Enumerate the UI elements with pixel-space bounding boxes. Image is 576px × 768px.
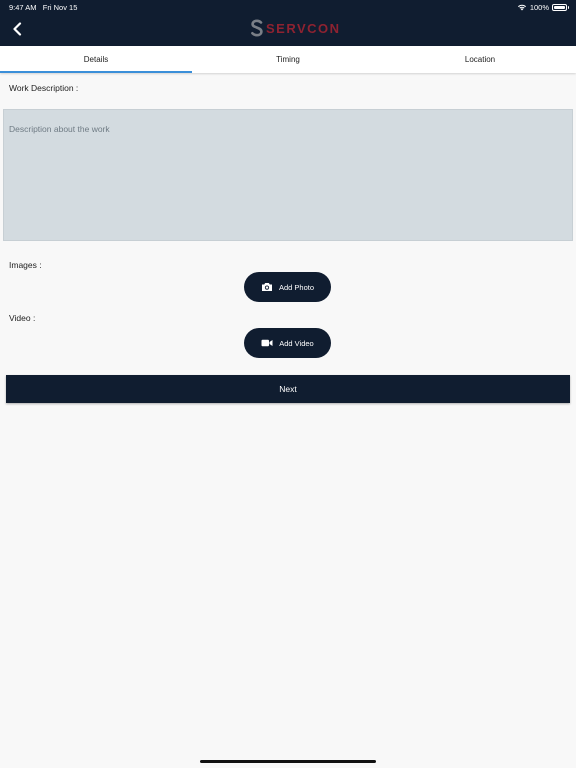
next-button[interactable]: Next — [6, 375, 570, 403]
add-photo-button[interactable]: Add Photo — [244, 272, 331, 302]
add-video-label: Add Video — [279, 338, 314, 348]
tab-bar: Details Timing Location — [0, 46, 576, 73]
tab-timing-label: Timing — [276, 55, 300, 64]
add-photo-label: Add Photo — [278, 282, 315, 292]
add-video-button[interactable]: Add Video — [244, 328, 331, 358]
status-date: Fri Nov 15 — [42, 3, 78, 12]
chevron-left-icon — [13, 22, 22, 36]
video-label: Video : — [9, 313, 36, 323]
work-description-input[interactable] — [3, 109, 573, 241]
tab-timing[interactable]: Timing — [192, 46, 384, 73]
servcon-logo-mark — [251, 19, 263, 37]
video-camera-icon — [261, 339, 273, 347]
tab-details[interactable]: Details — [0, 46, 192, 73]
images-label: Images : — [9, 260, 42, 270]
tab-details-label: Details — [83, 55, 109, 64]
servcon-logo: SERVCON — [250, 18, 341, 38]
tab-location[interactable]: Location — [384, 46, 576, 73]
tab-location-label: Location — [464, 55, 496, 64]
home-indicator[interactable] — [200, 760, 376, 763]
wifi-icon — [517, 4, 526, 11]
battery-icon — [552, 3, 569, 11]
back-button[interactable] — [8, 20, 26, 38]
status-indicators: 100% — [517, 2, 569, 12]
next-button-label: Next — [279, 384, 297, 394]
status-time: 9:47 AM — [9, 3, 37, 12]
status-time-date: 9:47 AM Fri Nov 15 — [9, 3, 77, 12]
app-header: 9:47 AM Fri Nov 15 100% SERVCON — [0, 0, 576, 46]
camera-icon — [261, 283, 272, 291]
logo-text: SERVCON — [266, 20, 341, 36]
battery-percent: 100% — [529, 2, 549, 12]
work-description-label: Work Description : — [9, 83, 79, 93]
